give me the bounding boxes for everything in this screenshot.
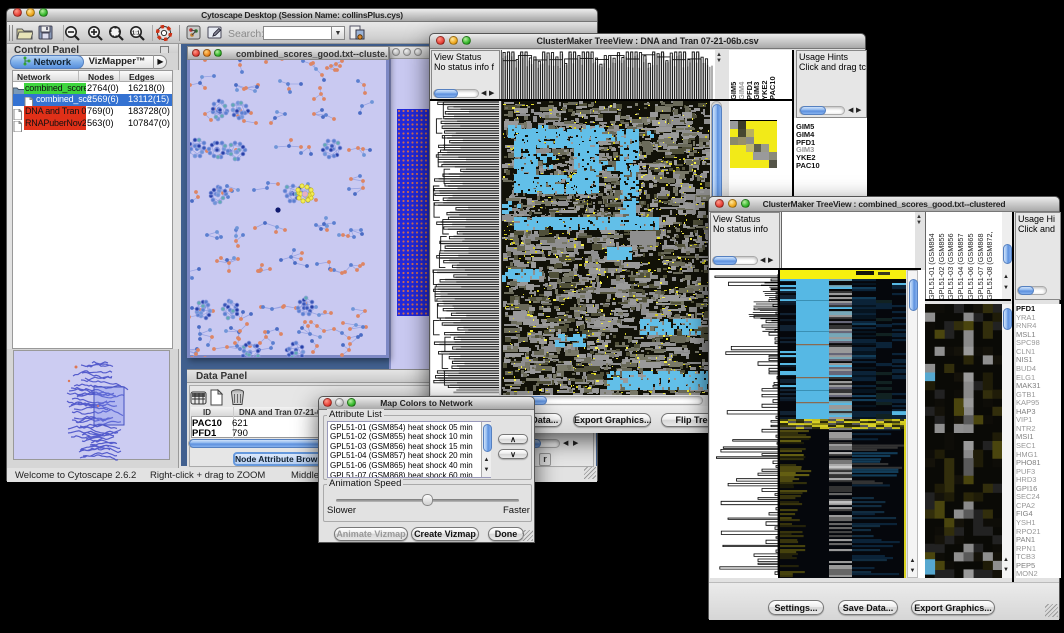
- svg-text:1:1: 1:1: [132, 31, 140, 37]
